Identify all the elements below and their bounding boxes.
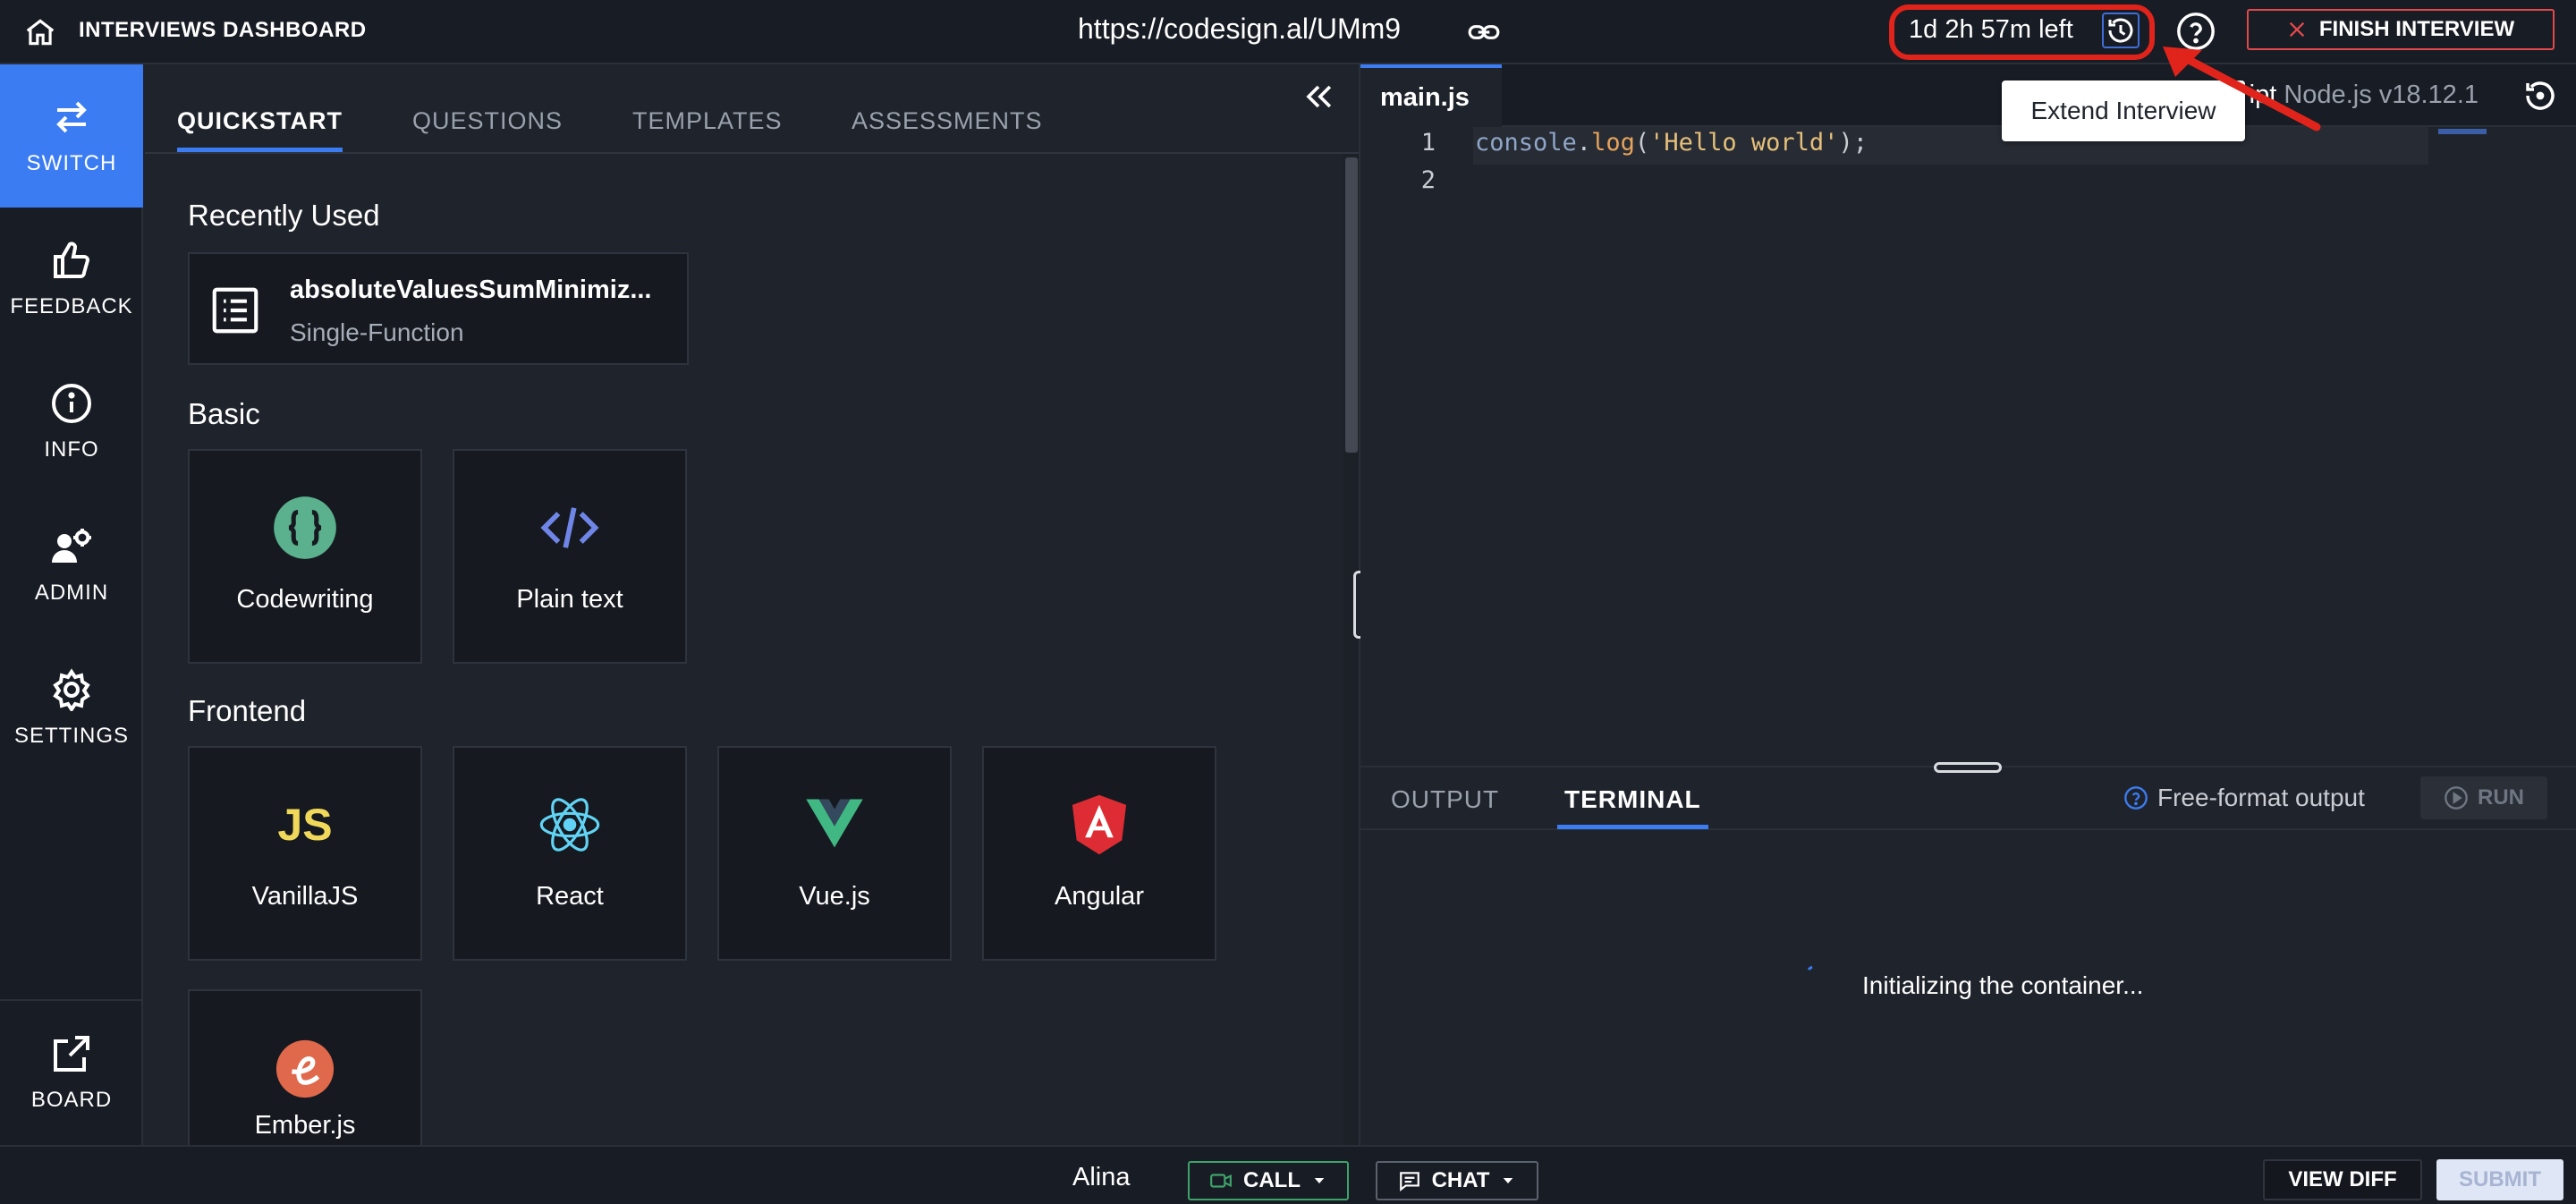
chevron-down-icon (1314, 1178, 1325, 1183)
time-left: 1d 2h 57m left (1909, 15, 2073, 44)
recent-question-title: absoluteValuesSumMinimiz... (290, 276, 652, 304)
rail-item-label: FEEDBACK (10, 294, 133, 318)
close-icon (2289, 21, 2305, 38)
tile-vanillajs[interactable]: JS VanillaJS (188, 746, 422, 961)
tab-terminal[interactable]: TERMINAL (1557, 785, 1708, 829)
file-tabs: main.js ript Node.js v18.12.1 (1360, 64, 2576, 127)
line-number: 2 (1420, 166, 1436, 194)
user-name: Alina (1072, 1163, 1131, 1191)
tile-angular[interactable]: Angular (982, 746, 1216, 961)
info-icon (52, 384, 91, 423)
gear-icon (53, 668, 90, 711)
tile-label: React (536, 882, 604, 911)
tab-assessments[interactable]: ASSESSMENTS (852, 107, 1043, 148)
code-text: console.log('Hello world'); (1475, 129, 1868, 157)
chat-button[interactable]: CHAT (1376, 1161, 1538, 1200)
tile-react[interactable]: React (453, 746, 687, 961)
panel-tabs: QUICKSTART QUESTIONS TEMPLATES ASSESSMEN… (145, 64, 1360, 154)
recent-question-card[interactable]: absoluteValuesSumMinimiz... Single-Funct… (188, 252, 689, 365)
bottom-bar: Alina CALL CHAT VIEW DIFF SUBMIT (0, 1145, 2576, 1204)
home-icon[interactable] (23, 15, 57, 49)
collapse-panel-icon[interactable] (1299, 77, 1338, 116)
container-status: Initializing the container... (1862, 971, 2144, 999)
tile-codewriting[interactable]: Codewriting (188, 449, 422, 664)
dashboard-title[interactable]: INTERVIEWS DASHBOARD (79, 18, 367, 43)
codewriting-icon (271, 494, 339, 562)
vue-icon (801, 791, 869, 859)
view-diff-button[interactable]: VIEW DIFF (2263, 1159, 2422, 1200)
tile-label: Ember.js (254, 1111, 356, 1140)
panel-scrollbar-thumb[interactable] (1345, 157, 1358, 453)
thumbs-up-icon (54, 242, 90, 278)
tab-templates[interactable]: TEMPLATES (632, 107, 783, 148)
output-tabs: OUTPUT TERMINAL (1360, 767, 2576, 830)
svg-text:JS: JS (277, 800, 332, 850)
react-icon (536, 791, 604, 859)
minimap-marker (2438, 129, 2487, 134)
chat-bubble-icon (1399, 1172, 1419, 1192)
recently-used-heading: Recently Used (188, 199, 380, 232)
js-icon: JS (271, 791, 339, 859)
rail-item-feedback[interactable]: FEEDBACK (0, 208, 143, 351)
tile-plain-text[interactable]: Plain text (453, 449, 687, 664)
free-format-label: Free-format output (2157, 784, 2365, 811)
code-tag-icon (536, 494, 604, 562)
rail-item-settings[interactable]: SETTINGS (0, 637, 143, 780)
angular-icon (1065, 791, 1133, 859)
tab-quickstart[interactable]: QUICKSTART (177, 107, 343, 152)
call-button[interactable]: CALL (1188, 1161, 1349, 1200)
basic-heading: Basic (188, 397, 260, 430)
rail-item-label: ADMIN (34, 581, 109, 605)
rail-item-info[interactable]: INFO (0, 351, 143, 494)
external-link-icon (54, 1036, 89, 1072)
run-button[interactable]: RUN (2420, 776, 2547, 819)
rail-item-label: SETTINGS (13, 724, 129, 748)
submit-button[interactable]: SUBMIT (2436, 1159, 2563, 1200)
help-circle-icon (2124, 786, 2148, 810)
quickstart-panel: QUICKSTART QUESTIONS TEMPLATES ASSESSMEN… (145, 64, 1360, 1145)
tile-label: Plain text (516, 585, 623, 614)
chevron-down-icon (1504, 1178, 1513, 1183)
tile-label: Angular (1055, 882, 1144, 911)
run-label: RUN (2478, 785, 2524, 810)
rail-item-switch[interactable]: SWITCH (0, 64, 143, 208)
rail-item-admin[interactable]: ADMIN (0, 494, 143, 637)
recent-question-type: Single-Function (290, 318, 464, 346)
tile-label: VanillaJS (251, 882, 359, 911)
left-rail: SWITCH FEEDBACK INFO ADMIN SETTINGS BOAR… (0, 64, 143, 1145)
copy-link-icon[interactable] (1467, 15, 1501, 49)
admin-gear-user-icon (52, 529, 91, 563)
video-camera-icon (1210, 1174, 1232, 1188)
ember-icon (274, 1038, 336, 1100)
code-editor: main.js ript Node.js v18.12.1 1 console.… (1360, 64, 2576, 767)
tile-label: Codewriting (236, 585, 374, 614)
tab-questions[interactable]: QUESTIONS (412, 107, 563, 148)
call-label: CALL (1243, 1168, 1301, 1192)
extend-interview-button[interactable] (2102, 13, 2140, 48)
loading-spinner-icon (1805, 964, 1826, 986)
interview-url[interactable]: https://codesign.al/UMm9 (1078, 13, 1401, 46)
tile-vue[interactable]: Vue.js (717, 746, 952, 961)
tab-output[interactable]: OUTPUT (1391, 785, 1499, 825)
rail-item-label: INFO (44, 437, 99, 462)
switch-arrows-icon (56, 101, 87, 133)
tile-ember[interactable]: Ember.js (188, 989, 422, 1145)
play-icon (2445, 786, 2468, 810)
rail-item-label: SWITCH (26, 151, 117, 175)
free-format-output[interactable]: Free-format output (2123, 784, 2365, 812)
rail-item-board[interactable]: BOARD (0, 1001, 143, 1144)
finish-interview-label: FINISH INTERVIEW (2318, 17, 2515, 41)
document-list-icon (208, 281, 263, 340)
chat-label: CHAT (1431, 1168, 1490, 1192)
line-number: 1 (1420, 129, 1436, 157)
annotation-arrow (2156, 43, 2326, 141)
reset-code-icon[interactable] (2521, 77, 2559, 114)
tile-label: Vue.js (799, 882, 870, 911)
file-tab-main-js[interactable]: main.js (1360, 64, 1502, 127)
rail-item-label: BOARD (30, 1088, 113, 1112)
frontend-heading: Frontend (188, 694, 307, 727)
